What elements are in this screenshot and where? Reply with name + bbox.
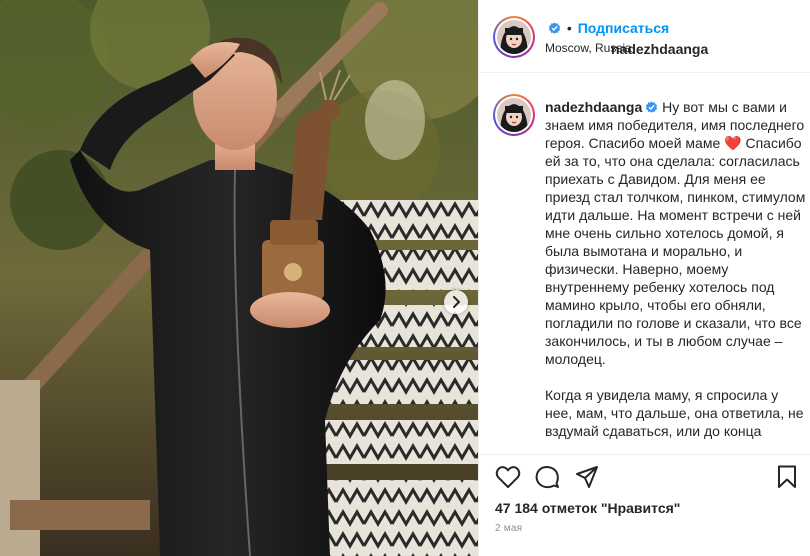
header-line: nadezhdaanga • Подписаться — [545, 20, 708, 57]
bookmark-icon[interactable] — [777, 465, 797, 489]
post-header: nadezhdaanga • Подписаться Moscow, Russi… — [479, 0, 810, 73]
caption-text: nadezhdaanga Ну вот мы с вами и знаем им… — [545, 98, 807, 454]
paper-plane-icon[interactable] — [575, 465, 599, 489]
comment-bubble-icon[interactable] — [535, 465, 559, 489]
likes-count[interactable]: 47 184 отметок "Нравится" — [495, 500, 680, 516]
verified-badge-icon — [646, 101, 658, 113]
caption-paragraph-2: Когда я увидела маму, я спросила у нее, … — [545, 387, 804, 439]
post-side-panel: nadezhdaanga • Подписаться Moscow, Russi… — [478, 0, 810, 556]
location-link[interactable]: Moscow, Russia — [545, 41, 632, 55]
caption-paragraph: nadezhdaanga Ну вот мы с вами и знаем им… — [545, 98, 807, 368]
avatar-image — [497, 20, 531, 54]
follow-button[interactable]: Подписаться — [578, 20, 670, 36]
red-heart-emoji: ❤️ — [724, 135, 742, 151]
separator-dot: • — [566, 20, 572, 36]
photo-image — [0, 0, 478, 556]
chevron-right-icon — [453, 296, 461, 308]
post-photo[interactable] — [0, 0, 478, 556]
avatar-image — [497, 98, 531, 132]
caption-username[interactable]: nadezhdaanga — [545, 99, 642, 115]
caption-section: nadezhdaanga Ну вот мы с вами и знаем им… — [479, 74, 810, 454]
next-photo-button[interactable] — [444, 290, 468, 314]
heart-outline-icon[interactable] — [495, 465, 521, 489]
avatar[interactable] — [493, 16, 535, 58]
action-bar: 47 184 отметок "Нравится" 2 мая — [479, 454, 810, 556]
caption-body-cont: Спасибо ей за то, что она сделала: согла… — [545, 135, 806, 367]
post-date[interactable]: 2 мая — [495, 523, 522, 534]
caption-avatar[interactable] — [493, 94, 535, 136]
verified-badge-icon — [548, 22, 561, 34]
